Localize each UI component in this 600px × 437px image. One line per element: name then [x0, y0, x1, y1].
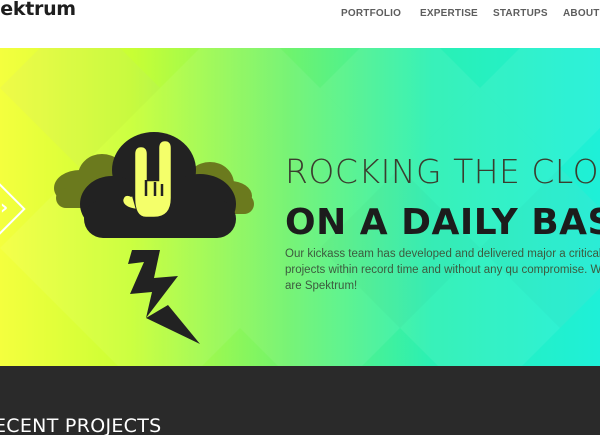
nav-item-about[interactable]: ABOUT	[563, 8, 600, 19]
lightning-icon	[128, 250, 200, 344]
cloud-illustration	[54, 132, 254, 344]
main-nav: PORTFOLIO EXPERTISE STARTUPS ABOUT	[0, 8, 600, 22]
site-header: pektrum PORTFOLIO EXPERTISE STARTUPS ABO…	[0, 0, 600, 48]
hero-title-line2: ON A DAILY BAS	[285, 201, 600, 243]
hero-banner: › ROCKING THE CLOU ON A DAILY BAS Our ki…	[0, 48, 600, 366]
nav-item-portfolio[interactable]: PORTFOLIO	[341, 8, 401, 19]
nav-item-startups[interactable]: STARTUPS	[493, 8, 548, 19]
recent-projects-section: ECENT PROJECTS	[0, 366, 600, 437]
hero-title-line1: ROCKING THE CLOU	[285, 152, 600, 192]
recent-projects-title: ECENT PROJECTS	[0, 414, 162, 437]
nav-item-expertise[interactable]: EXPERTISE	[420, 8, 478, 19]
chevron-left-icon[interactable]: ›	[0, 195, 8, 219]
hero-description: Our kickass team has developed and deliv…	[285, 247, 600, 292]
